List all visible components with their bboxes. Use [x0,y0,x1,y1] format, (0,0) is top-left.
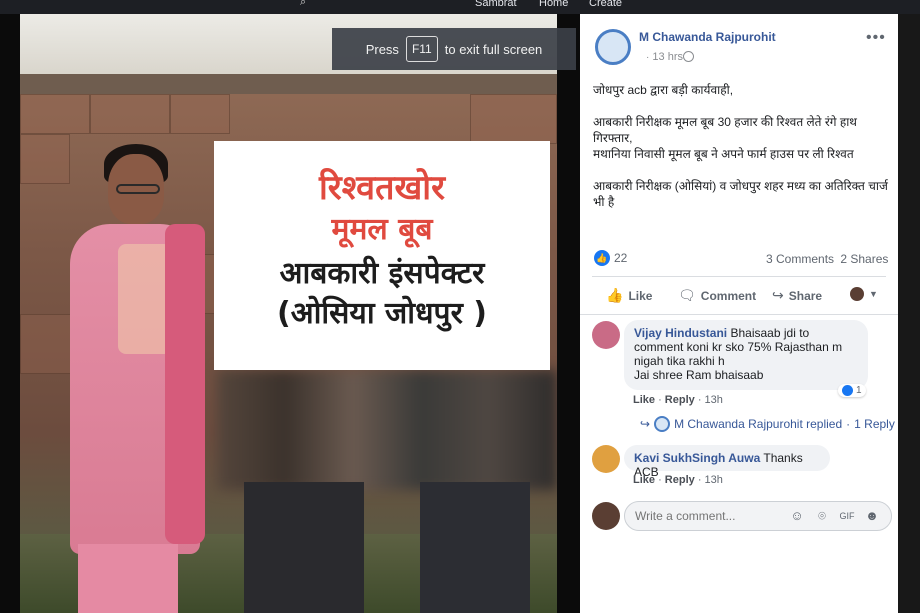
photo-brick [90,94,170,134]
reaction-summary[interactable]: 👍 22 [594,250,627,266]
photo-brick [20,94,90,134]
reply-arrow-icon: ↪ [640,417,651,431]
comment-time[interactable]: 13h [705,394,723,406]
globe-icon [683,51,694,62]
photo-brick [170,94,230,134]
photo-brick [20,134,70,184]
chevron-down-icon: ▼ [869,289,878,299]
photo-wall-top [20,74,557,94]
thumbs-up-icon: 👍 [606,287,624,303]
card-line-1: रिश्वतखोर [319,168,445,208]
divider [580,314,898,315]
like-reaction-icon [842,385,853,396]
like-button-label: Like [628,288,653,303]
commenter-name[interactable]: Vijay Hindustani [634,326,727,340]
comment-like-number: 1 [856,385,862,396]
comment-button[interactable]: 🗨 Comment [678,287,756,304]
commenter-avatar[interactable] [592,445,620,473]
share-button[interactable]: ↪ Share [772,287,822,304]
author-avatar[interactable] [595,29,631,65]
comment-reply-link[interactable]: Reply [665,394,695,406]
photo-title-card: रिश्वतखोर मूमल बूब आबकारी इंसपेक्टर (ओसि… [214,141,550,370]
more-options-icon[interactable]: ••• [866,29,886,47]
comment-time[interactable]: 13h [705,474,723,486]
post-photo[interactable]: रिश्वतखोर मूमल बूब आबकारी इंसपेक्टर (ओसि… [20,14,557,613]
card-line-2: मूमल बूब [331,212,433,247]
like-button[interactable]: 👍 Like [606,287,652,304]
post-action-bar: 👍 Like 🗨 Comment ↪ Share ▼ [592,282,886,310]
like-reaction-icon: 👍 [594,250,610,266]
view-replies-link[interactable]: ↪ M Chawanda Rajpurohit replied · 1 Repl… [640,416,895,432]
fullscreen-hint: Press F11 to exit full screen [332,28,576,70]
facebook-header-strip: ⌕ Sambrat Home Create [0,0,920,14]
person-legs [420,482,530,613]
nav-home[interactable]: Home [539,0,568,9]
profile-avatar-small [850,287,864,301]
post-timestamp[interactable]: · 13 hrs [646,51,683,63]
person-legs [244,482,364,613]
engagement-counts: 3 Comments 2 Shares [766,252,888,266]
current-user-avatar [592,502,620,530]
replier-avatar [654,416,671,432]
author-name[interactable]: M Chawanda Rajpurohit [639,30,776,44]
reply-count: 1 Reply [854,417,895,431]
nav-profile-name[interactable]: Sambrat [475,0,517,9]
emoji-icon[interactable]: ☺ [789,508,805,524]
comment-like-link[interactable]: Like [633,474,655,486]
shares-count-link[interactable]: 2 Shares [840,252,888,266]
comment-meta: Like · Reply · 13h [633,474,723,486]
post-text-paragraph-1: जोधपुर acb द्वारा बड़ी कार्यवाही, [593,83,734,97]
post-as-selector[interactable]: ▼ [850,287,878,301]
share-icon: ↪ [772,287,784,303]
kurta-embroidery [118,244,172,354]
fullscreen-hint-prefix: Press [365,41,399,57]
comment-like-count[interactable]: 1 [838,384,866,397]
glasses [116,184,160,194]
comment-text-line-2: Jai shree Ram bhaisaab [634,368,764,382]
card-line-4: (ओसिया जोधपुर ) [276,296,487,331]
camera-icon[interactable]: ⌾ [814,508,830,524]
comment-icon: 🗨 [678,287,696,303]
photo-brick [470,94,557,144]
gif-icon[interactable]: GIF [839,508,855,524]
comment-composer[interactable]: ☺ ⌾ GIF ☻ [624,501,892,531]
comments-count-link[interactable]: 3 Comments [766,252,834,266]
blurred-faces [217,370,557,490]
post-panel: M Chawanda Rajpurohit · 13 hrs ••• जोधपु… [580,14,898,613]
comment-like-link[interactable]: Like [633,394,655,406]
woman-legs [78,544,178,613]
comment-reply-link[interactable]: Reply [665,474,695,486]
post-text-paragraph-4: आबकारी निरीक्षक (ओसियां) व जोधपुर शहर मध… [593,179,888,209]
reaction-count: 22 [614,251,628,265]
background-sidebar [898,14,920,613]
replier-text: M Chawanda Rajpurohit replied [674,417,843,431]
nav-create[interactable]: Create [589,0,622,9]
divider [592,276,886,277]
comment-bubble: Kavi SukhSingh Auwa Thanks ACB [624,445,830,479]
share-button-label: Share [788,288,823,303]
fullscreen-hint-suffix: to exit full screen [444,41,543,57]
commenter-avatar[interactable] [592,321,620,349]
f11-key: F11 [405,36,438,62]
dupatta [165,224,205,544]
commenter-name[interactable]: Kavi SukhSingh Auwa [634,451,760,465]
card-line-3: आबकारी इंसपेक्टर [279,256,485,291]
search-icon[interactable]: ⌕ [300,0,330,10]
post-time-text: 13 hrs [652,51,683,63]
comment-button-label: Comment [700,288,757,303]
sticker-icon[interactable]: ☻ [864,508,880,524]
reply-separator: · [846,417,851,431]
comment-input[interactable] [635,509,785,523]
comment-meta: Like · Reply · 13h [633,394,723,406]
post-text-paragraph-3: मथानिया निवासी मूमल बूब ने अपने फार्म हा… [593,147,854,161]
post-text-paragraph-2: आबकारी निरीक्षक मूमल बूब 30 हजार की रिश्… [593,115,857,145]
comment-bubble: Vijay Hindustani Bhaisaab jdi to comment… [624,320,868,390]
